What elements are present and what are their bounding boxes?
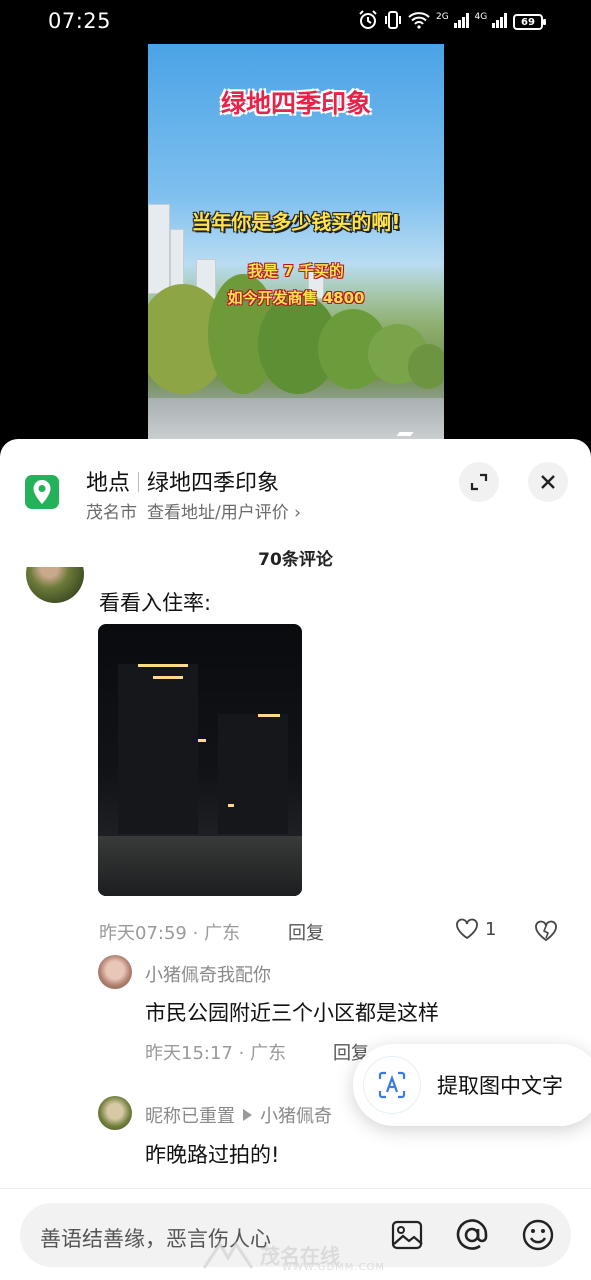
comment-input-placeholder: 善语结善缘，恶言伤人心: [40, 1227, 271, 1251]
comment-image[interactable]: [98, 624, 302, 896]
text-scan-icon: [363, 1056, 421, 1114]
reply-meta: 昨天15:17 · 广东: [145, 1043, 287, 1064]
location-city: 茂名市: [86, 503, 137, 523]
location-name: 绿地四季印象: [147, 471, 280, 496]
comment-meta: 昨天07:59 · 广东: [99, 923, 241, 944]
reply-author[interactable]: 小猪佩奇我配你: [145, 961, 271, 987]
image-picker-button[interactable]: [389, 1217, 425, 1253]
vibrate-icon: [384, 10, 402, 34]
video-player[interactable]: 绿地四季印象 当年你是多少钱买的啊! 我是 7 千买的 如今开发商售 4800: [148, 44, 444, 444]
reply-to-arrow-icon: [243, 1109, 252, 1121]
avatar[interactable]: [98, 1096, 132, 1130]
reply-text: 昨晚路过拍的!: [145, 1143, 280, 1167]
comment-input[interactable]: 善语结善缘，恶言伤人心: [20, 1203, 571, 1267]
comment-input-bar: 善语结善缘，恶言伤人心: [0, 1188, 591, 1280]
emoji-icon: [522, 1219, 554, 1251]
extract-text-label: 提取图中文字: [437, 1074, 563, 1098]
location-details-link[interactable]: 查看地址/用户评价: [147, 503, 289, 523]
like-count: 1: [485, 918, 497, 940]
status-time: 07:25: [48, 9, 112, 33]
extract-text-button[interactable]: 提取图中文字: [353, 1044, 591, 1126]
video-answer-caption: 如今开发商售 4800: [227, 289, 365, 307]
signal-icon: 2G: [436, 12, 469, 32]
like-button[interactable]: 1: [455, 918, 496, 940]
road: [148, 398, 444, 444]
video-title: 绿地四季印象: [220, 89, 371, 118]
comment-text: 看看入住率:: [99, 591, 212, 615]
status-icons: 2G 4G 69: [358, 10, 546, 34]
broken-heart-icon: [535, 920, 557, 942]
avatar[interactable]: [98, 955, 132, 989]
comments-sheet: 地点绿地四季印象 茂名市查看地址/用户评价 › 70条评论 看看入住率: 昨: [0, 439, 591, 1280]
video-question-caption: 当年你是多少钱买的啊!: [191, 210, 401, 234]
reply-button[interactable]: 回复: [288, 919, 324, 945]
wifi-icon: [408, 11, 430, 33]
close-icon: [541, 475, 555, 489]
location-title: 地点 绿地四季印象: [86, 465, 279, 497]
alarm-icon: [358, 10, 378, 34]
expand-icon: [470, 473, 488, 491]
reply-author[interactable]: 昵称已重置 小猪佩奇: [145, 1102, 332, 1128]
expand-button[interactable]: [459, 462, 499, 502]
close-button[interactable]: [528, 462, 568, 502]
reply-text: 市民公园附近三个小区都是这样: [145, 1001, 439, 1025]
location-header[interactable]: 地点 绿地四季印象 茂名市 查看地址/用户评价 ›: [0, 439, 591, 539]
emoji-button[interactable]: [520, 1217, 556, 1253]
location-subtitle[interactable]: 茂名市 查看地址/用户评价 ›: [86, 498, 301, 523]
video-answer-caption: 我是 7 千买的: [248, 262, 344, 280]
heart-icon: [456, 918, 478, 940]
avatar[interactable]: [26, 567, 84, 603]
battery-icon: 69: [513, 14, 546, 30]
location-label: 地点: [86, 471, 131, 496]
mention-button[interactable]: [454, 1217, 490, 1253]
chevron-right-icon: ›: [294, 503, 301, 523]
image-icon: [391, 1220, 423, 1250]
signal-icon: 4G: [475, 12, 507, 32]
dislike-button[interactable]: [534, 920, 558, 946]
location-pin-icon: [25, 475, 59, 509]
status-bar: 07:25 2G 4G 69: [0, 0, 591, 44]
at-icon: [456, 1219, 488, 1250]
